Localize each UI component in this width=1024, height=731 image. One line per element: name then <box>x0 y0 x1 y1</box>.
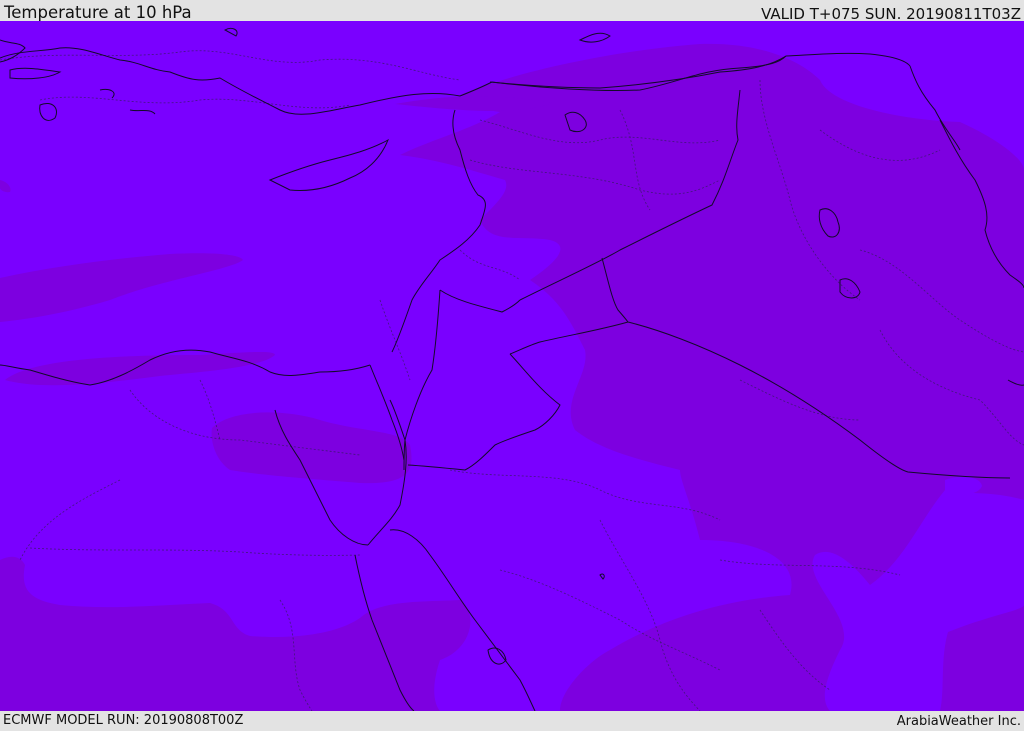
map-canvas <box>0 21 1024 711</box>
map-title: Temperature at 10 hPa <box>4 3 192 22</box>
temperature-map <box>0 21 1024 711</box>
model-run: ECMWF MODEL RUN: 20190808T00Z <box>3 713 244 728</box>
footer-bar: ECMWF MODEL RUN: 20190808T00Z ArabiaWeat… <box>0 711 1024 729</box>
credit-text: ArabiaWeather Inc. <box>896 714 1021 729</box>
header-bar: Temperature at 10 hPa VALID T+075 SUN. 2… <box>0 0 1024 23</box>
